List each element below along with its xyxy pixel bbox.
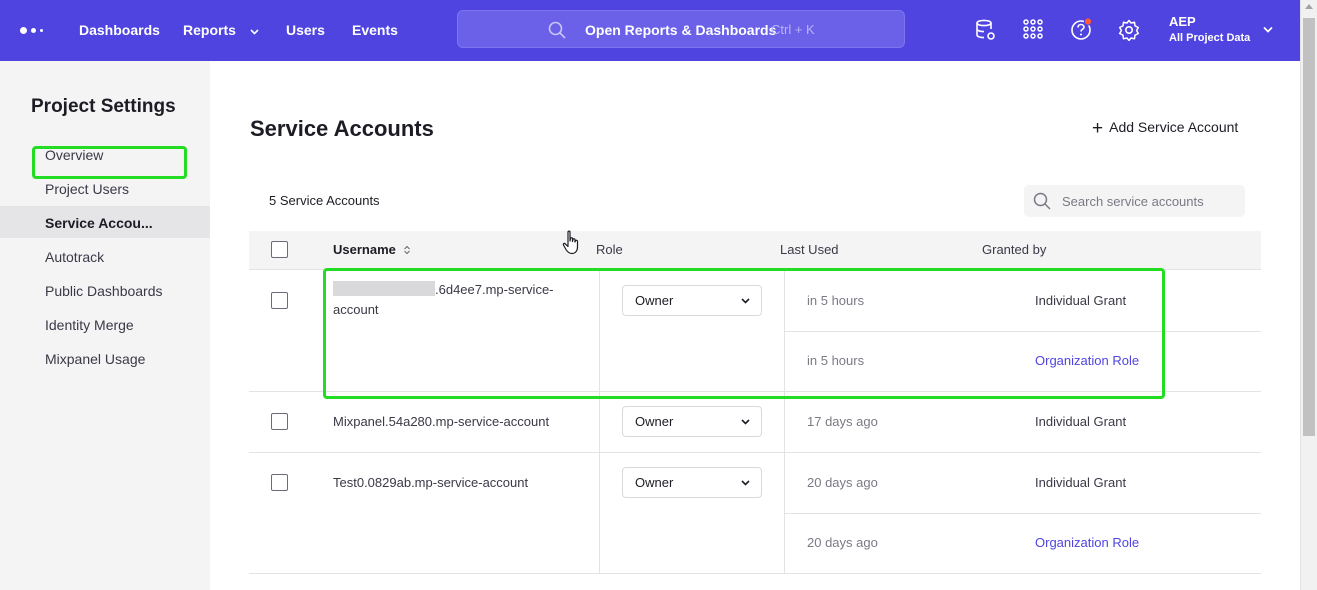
search-shortcut-hint: Ctrl + K xyxy=(771,22,815,37)
row-divider xyxy=(249,452,1261,453)
row-highlight-box xyxy=(323,268,1165,399)
global-search-label: Open Reports & Dashboards xyxy=(585,22,777,38)
role-select[interactable]: Owner xyxy=(622,406,762,437)
hand-cursor-icon xyxy=(562,230,579,255)
column-last-used: Last Used xyxy=(780,242,839,257)
sidebar-item-identity-merge[interactable]: Identity Merge xyxy=(45,317,134,333)
scroll-up-arrow-icon[interactable] xyxy=(1305,4,1313,9)
page-scrollbar[interactable] xyxy=(1300,0,1317,590)
chevron-down-icon xyxy=(741,480,750,486)
search-icon xyxy=(1033,192,1051,210)
role-select-value: Owner xyxy=(635,475,674,490)
top-nav-bar: Dashboards Reports Users Events Open Rep… xyxy=(0,0,1300,61)
granted-by: Individual Grant xyxy=(1035,475,1127,490)
project-switcher[interactable]: AEP All Project Data xyxy=(1169,14,1250,44)
project-name: AEP xyxy=(1169,14,1196,29)
row-checkbox[interactable] xyxy=(271,474,288,491)
add-service-account-button[interactable]: + Add Service Account xyxy=(1092,118,1238,140)
nav-events[interactable]: Events xyxy=(352,22,398,38)
sidebar-item-autotrack[interactable]: Autotrack xyxy=(45,249,104,265)
scrollbar-thumb[interactable] xyxy=(1303,18,1315,436)
sub-row-divider xyxy=(785,513,1261,514)
service-account-search[interactable] xyxy=(1024,185,1245,217)
chevron-down-icon xyxy=(250,29,259,35)
add-service-account-label: Add Service Account xyxy=(1109,119,1239,135)
sidebar-item-project-users[interactable]: Project Users xyxy=(45,181,129,197)
sidebar-item-mixpanel-usage[interactable]: Mixpanel Usage xyxy=(45,351,145,367)
table-header: Username Role Last Used Granted by xyxy=(249,231,1261,270)
sidebar-item-public-dashboards[interactable]: Public Dashboards xyxy=(45,283,163,299)
chevron-down-icon xyxy=(741,419,750,425)
role-select-value: Owner xyxy=(635,414,674,429)
column-username[interactable]: Username xyxy=(333,242,411,257)
sidebar-highlight-box xyxy=(32,146,187,179)
nav-reports-label: Reports xyxy=(183,22,236,38)
last-used: 20 days ago xyxy=(807,535,878,550)
last-used: 20 days ago xyxy=(807,475,878,490)
plus-icon: + xyxy=(1092,118,1104,139)
page-title: Service Accounts xyxy=(250,116,434,141)
service-account-username[interactable]: Test0.0829ab.mp-service-account xyxy=(333,475,528,490)
last-used: 17 days ago xyxy=(807,414,878,429)
column-granted-by: Granted by xyxy=(982,242,1047,257)
nav-events-label: Events xyxy=(352,22,398,38)
nav-users[interactable]: Users xyxy=(286,22,325,38)
nav-users-label: Users xyxy=(286,22,325,38)
nav-dashboards-label: Dashboards xyxy=(79,22,160,38)
select-all-checkbox[interactable] xyxy=(271,241,288,258)
service-account-count: 5 Service Accounts xyxy=(269,193,380,208)
row-divider xyxy=(249,573,1261,574)
settings-sidebar: Project Settings Overview Project Users … xyxy=(0,61,210,590)
global-search-button[interactable]: Open Reports & Dashboards Ctrl + K xyxy=(457,10,905,48)
data-settings-icon[interactable] xyxy=(975,19,997,43)
nav-dashboards[interactable]: Dashboards xyxy=(79,22,160,38)
apps-grid-icon[interactable] xyxy=(1023,19,1043,39)
sort-icon[interactable] xyxy=(403,245,411,255)
row-checkbox[interactable] xyxy=(271,413,288,430)
gear-icon[interactable] xyxy=(1118,19,1140,41)
service-account-search-input[interactable] xyxy=(1062,191,1237,211)
granted-by-link[interactable]: Organization Role xyxy=(1035,535,1139,550)
service-account-username[interactable]: Mixpanel.54a280.mp-service-account xyxy=(333,414,549,429)
granted-by: Individual Grant xyxy=(1035,414,1127,429)
row-checkbox[interactable] xyxy=(271,292,288,309)
nav-reports[interactable]: Reports xyxy=(183,22,259,38)
role-select[interactable]: Owner xyxy=(622,467,762,498)
sidebar-title: Project Settings xyxy=(31,96,176,117)
mixpanel-logo-icon[interactable] xyxy=(20,24,44,38)
project-scope: All Project Data xyxy=(1169,32,1251,44)
column-username-label: Username xyxy=(333,242,396,257)
search-icon xyxy=(548,21,566,39)
column-role: Role xyxy=(596,242,623,257)
help-icon[interactable] xyxy=(1070,17,1094,41)
chevron-down-icon[interactable] xyxy=(1263,26,1273,33)
sidebar-item-service-accounts[interactable]: Service Accou... xyxy=(45,215,153,231)
